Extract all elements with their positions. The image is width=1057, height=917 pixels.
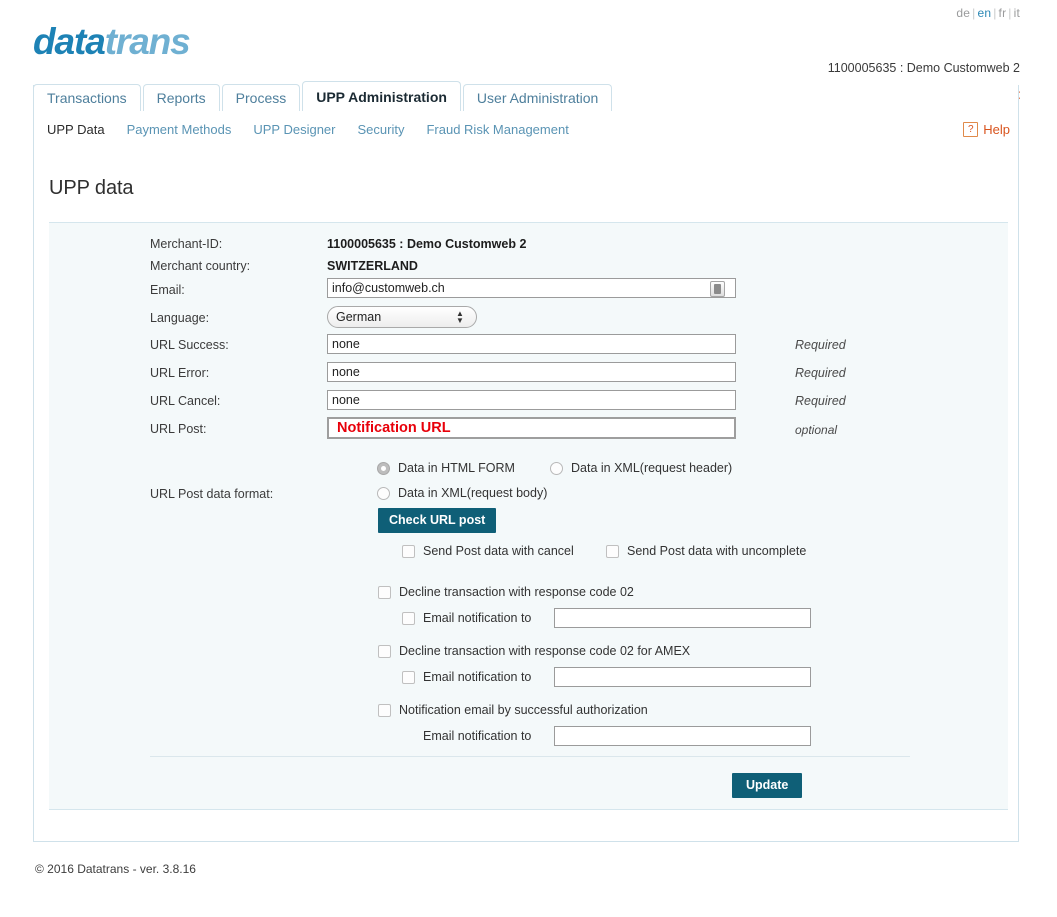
checkbox-icon-notify-success[interactable]	[378, 703, 391, 717]
language-separator: |	[993, 6, 997, 20]
autofill-icon[interactable]	[710, 281, 725, 297]
language-select[interactable]: German	[327, 306, 477, 328]
checkbox-label-send-post-uncomplete: Send Post data with uncomplete	[627, 544, 807, 558]
url-post-data-format-label: URL Post data format:	[150, 487, 274, 501]
checkbox-row-decline-02-amex-email[interactable]: Email notification to	[402, 670, 531, 684]
tab-reports[interactable]: Reports	[142, 84, 220, 111]
radio-option-xml-request-body[interactable]: Data in XML(request body)	[377, 486, 547, 500]
checkbox-row-send-post-cancel[interactable]: Send Post data with cancel	[402, 544, 574, 558]
language-label: Language:	[150, 311, 210, 325]
upp-data-form-panel: Merchant-ID: 1100005635 : Demo Customweb…	[49, 222, 1008, 810]
checkbox-row-decline-02-email[interactable]: Email notification to	[402, 611, 531, 625]
checkbox-row-decline-02[interactable]: Decline transaction with response code 0…	[378, 585, 634, 599]
url-success-field[interactable]	[327, 334, 736, 354]
decline-02-amex-email-field[interactable]	[554, 667, 811, 687]
section-divider	[150, 756, 910, 757]
checkbox-label-decline-02-amex: Decline transaction with response code 0…	[399, 644, 691, 658]
secondary-nav: UPP Data Payment Methods UPP Designer Se…	[47, 122, 569, 137]
subnav-item-fraud-risk-management[interactable]: Fraud Risk Management	[426, 122, 568, 137]
tab-upp-administration[interactable]: UPP Administration	[302, 81, 461, 111]
datatrans-logo: datatrans	[33, 21, 191, 62]
help-button[interactable]: ? Help	[963, 122, 1010, 137]
checkbox-row-send-post-uncomplete[interactable]: Send Post data with uncomplete	[606, 544, 806, 558]
url-error-field[interactable]	[327, 362, 736, 382]
language-separator: |	[1008, 6, 1012, 20]
tab-process[interactable]: Process	[221, 84, 301, 111]
checkbox-icon-send-post-uncomplete[interactable]	[606, 544, 619, 558]
checkbox-label-send-post-cancel: Send Post data with cancel	[423, 544, 574, 558]
page-title: UPP data	[49, 177, 134, 199]
radio-icon-xml-request-body[interactable]	[377, 486, 390, 500]
url-post-hint: optional	[795, 423, 838, 437]
radio-option-xml-request-header[interactable]: Data in XML(request header)	[550, 461, 732, 475]
email-label: Email:	[150, 283, 185, 297]
url-error-hint: Required	[795, 366, 846, 380]
url-post-label: URL Post:	[150, 422, 207, 436]
url-cancel-field[interactable]	[327, 390, 736, 410]
check-url-post-button[interactable]: Check URL post	[378, 508, 497, 533]
subnav-item-security[interactable]: Security	[358, 122, 405, 137]
primary-tab-bar: Transactions Reports Process UPP Adminis…	[33, 81, 614, 111]
notify-success-email-label: Email notification to	[423, 729, 532, 743]
merchant-id-label: Merchant-ID:	[150, 237, 223, 251]
checkbox-icon-decline-02-email[interactable]	[402, 611, 415, 625]
decline-02-email-field[interactable]	[554, 608, 811, 628]
footer-copyright: © 2016 Datatrans - ver. 3.8.16	[35, 862, 196, 876]
language-link-de[interactable]: de	[956, 6, 970, 20]
tab-transactions[interactable]: Transactions	[33, 84, 141, 111]
subnav-item-upp-designer[interactable]: UPP Designer	[253, 122, 335, 137]
radio-label-html-form: Data in HTML FORM	[398, 461, 515, 475]
checkbox-icon-decline-02-amex[interactable]	[378, 644, 391, 658]
url-post-field[interactable]	[327, 417, 736, 439]
url-cancel-hint: Required	[795, 394, 846, 408]
url-cancel-label: URL Cancel:	[150, 394, 221, 408]
checkbox-icon-send-post-cancel[interactable]	[402, 544, 415, 558]
language-link-it[interactable]: it	[1014, 6, 1020, 20]
checkbox-row-notify-success[interactable]: Notification email by successful authori…	[378, 703, 648, 717]
checkbox-label-decline-02-amex-email: Email notification to	[423, 670, 532, 684]
language-link-en[interactable]: en	[977, 6, 991, 20]
checkbox-icon-decline-02-amex-email[interactable]	[402, 670, 415, 684]
radio-option-html-form[interactable]: Data in HTML FORM	[377, 461, 515, 475]
checkbox-label-decline-02-email: Email notification to	[423, 611, 532, 625]
notify-success-email-field[interactable]	[554, 726, 811, 746]
radio-icon-html-form[interactable]	[377, 461, 390, 475]
merchant-identifier: 1100005635 : Demo Customweb 2	[827, 61, 1020, 75]
checkbox-label-notify-success: Notification email by successful authori…	[399, 703, 648, 717]
subnav-item-payment-methods[interactable]: Payment Methods	[127, 122, 232, 137]
logo-text-secondary: trans	[104, 21, 191, 62]
tab-user-administration[interactable]: User Administration	[462, 84, 613, 111]
question-mark-icon: ?	[963, 122, 979, 137]
url-success-hint: Required	[795, 338, 846, 352]
url-success-label: URL Success:	[150, 338, 229, 352]
checkbox-label-decline-02: Decline transaction with response code 0…	[399, 585, 634, 599]
merchant-id-value: 1100005635 : Demo Customweb 2	[327, 237, 527, 251]
radio-label-xml-request-body: Data in XML(request body)	[398, 486, 548, 500]
checkbox-row-decline-02-amex[interactable]: Decline transaction with response code 0…	[378, 644, 690, 658]
subnav-item-upp-data[interactable]: UPP Data	[47, 122, 105, 137]
update-button[interactable]: Update	[732, 773, 803, 798]
logo-text-primary: data	[33, 21, 106, 62]
language-switcher: de | en | fr | it	[956, 6, 1020, 20]
radio-icon-xml-request-header[interactable]	[550, 461, 563, 475]
merchant-country-label: Merchant country:	[150, 259, 251, 273]
checkbox-icon-decline-02[interactable]	[378, 585, 391, 599]
help-label: Help	[983, 122, 1010, 137]
radio-label-xml-request-header: Data in XML(request header)	[571, 461, 733, 475]
url-error-label: URL Error:	[150, 366, 210, 380]
email-field[interactable]	[327, 278, 736, 298]
merchant-country-value: SWITZERLAND	[327, 259, 418, 273]
